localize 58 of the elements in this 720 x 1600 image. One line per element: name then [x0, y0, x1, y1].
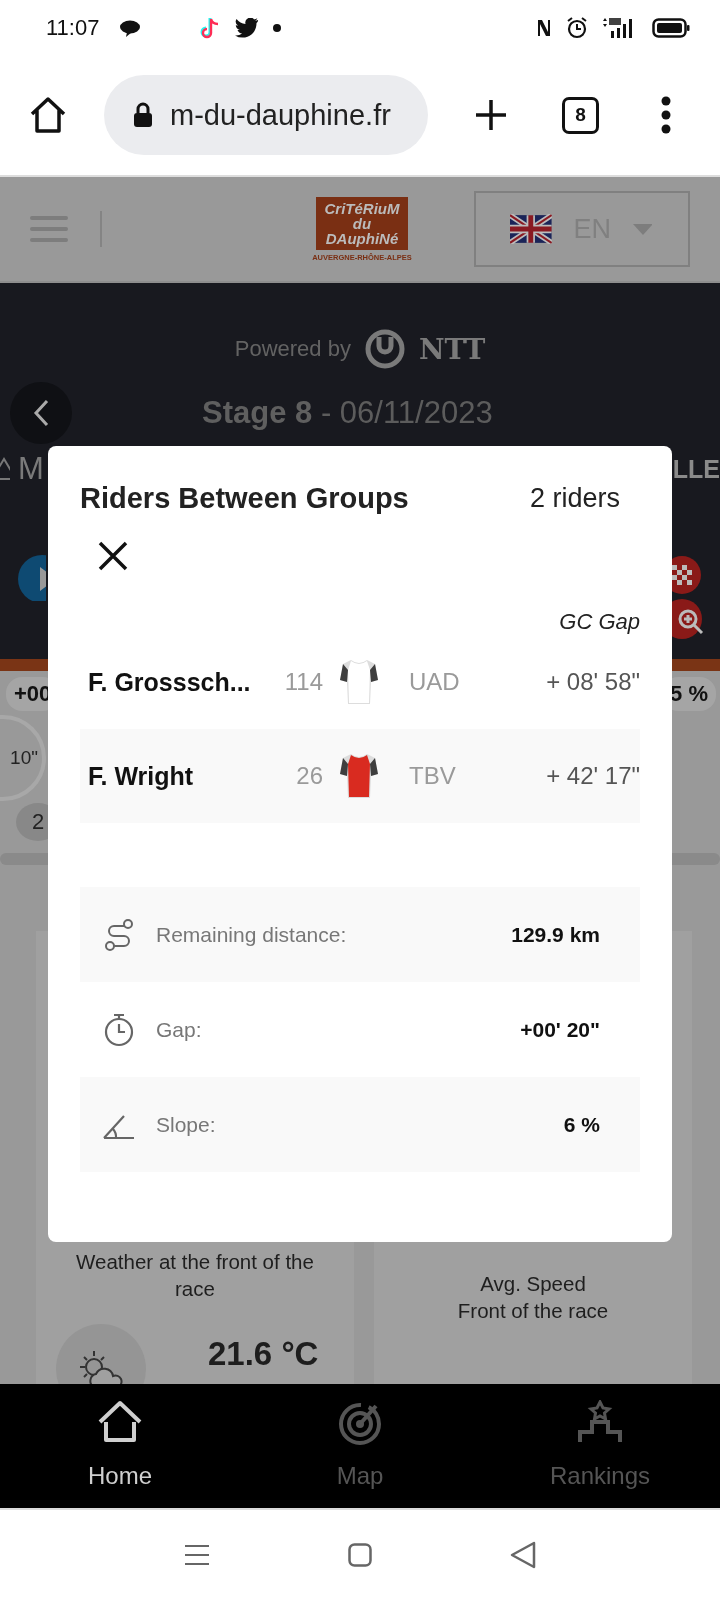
modal-title: Riders Between Groups: [80, 482, 409, 515]
stage-title: Stage 8 - 06/11/2023: [202, 395, 493, 431]
powered-by-label: Powered by: [234, 336, 351, 362]
tab-count-button[interactable]: 8: [562, 96, 599, 134]
team-code: TBV: [408, 762, 457, 790]
address-bar[interactable]: m-du-dauphine.fr: [104, 75, 428, 155]
dot-icon: [273, 23, 282, 32]
chat-icon: [119, 18, 142, 37]
rider-row[interactable]: F. Grosssch... 114 UAD + 08' 58": [80, 635, 640, 729]
weather-title: Weather at the front of the race: [75, 1249, 315, 1302]
sponsor-name: NTT: [418, 332, 486, 366]
nav-tab[interactable]: Home: [0, 1384, 240, 1508]
home-icon[interactable]: [28, 96, 68, 134]
home-button-icon[interactable]: [348, 1543, 372, 1567]
stat-label: Gap:: [156, 1017, 202, 1042]
gc-gap: + 42' 17": [546, 762, 640, 790]
rider-count: 2 riders: [529, 483, 620, 514]
stopwatch-icon: [102, 1012, 136, 1047]
play-marker-icon: [16, 555, 46, 601]
stat-label: Slope:: [156, 1112, 216, 1137]
bird-icon: [235, 17, 260, 38]
route-start-text: M: [18, 451, 44, 487]
plus-icon[interactable]: [474, 98, 508, 132]
logo[interactable]: CriTéRiuM du DAuphiNé: [316, 196, 408, 250]
rider-row[interactable]: F. Wright 26 TBV + 42' 17": [80, 729, 640, 823]
nfc-icon: [536, 17, 552, 38]
rider-number: 26: [295, 762, 323, 790]
speed-title: Avg. Speed Front of the race: [457, 1271, 609, 1324]
chevron-left-icon: [33, 399, 49, 427]
team-code: UAD: [408, 668, 461, 696]
route-end-text: LLE: [672, 454, 720, 484]
alarm-clock-icon: [566, 16, 588, 39]
sponsor-logo-icon: [364, 329, 405, 369]
flag-icon: [510, 214, 552, 244]
stat-value: 129.9 km: [511, 922, 600, 947]
rider-number: 114: [283, 668, 323, 696]
battery-icon: [652, 17, 690, 38]
temperature: 21.6 °C: [208, 1340, 319, 1367]
jersey-icon: [339, 658, 379, 706]
rider-name: F. Grosssch...: [88, 667, 252, 697]
stat-label: Remaining distance:: [156, 922, 347, 947]
radar-icon: [336, 1400, 384, 1446]
rider-name: F. Wright: [88, 761, 195, 791]
jersey-icon: [339, 752, 379, 800]
caret-icon: [633, 223, 652, 235]
stat-value: 6 %: [563, 1112, 600, 1137]
close-button[interactable]: [96, 539, 130, 573]
stat-value: +00' 20": [520, 1017, 600, 1042]
column-header: GC Gap: [558, 609, 640, 635]
close-icon: [96, 539, 130, 573]
gc-gap: + 08' 58": [546, 668, 640, 696]
triangle-icon: [0, 457, 10, 481]
recent-apps-icon[interactable]: [184, 1544, 210, 1566]
back-icon[interactable]: [510, 1541, 536, 1569]
more-menu-icon[interactable]: [661, 96, 671, 134]
route-icon: [102, 917, 136, 952]
lock-icon: [132, 102, 154, 128]
clock-time: 11:07: [46, 14, 100, 41]
